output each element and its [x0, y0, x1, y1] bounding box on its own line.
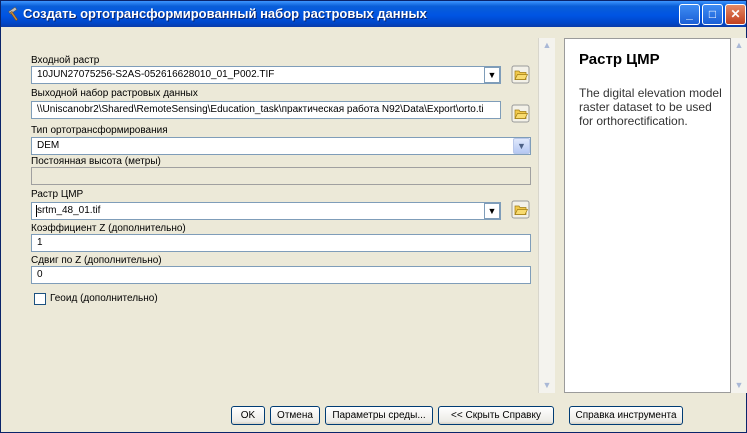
- geoid-label: Геоид (дополнительно): [50, 293, 158, 304]
- help-scrollbar[interactable]: ▲ ▼: [731, 38, 747, 393]
- minimize-button[interactable]: _: [679, 4, 700, 25]
- open-folder-icon[interactable]: [511, 200, 530, 219]
- open-folder-icon[interactable]: [511, 104, 530, 123]
- parameters-scrollbar[interactable]: ▲ ▼: [538, 38, 555, 393]
- ortho-type-select[interactable]: DEM: [31, 137, 531, 155]
- ok-button[interactable]: OK: [231, 406, 265, 425]
- constant-elevation-label: Постоянная высота (метры): [31, 156, 161, 167]
- scroll-up-icon[interactable]: ▲: [539, 38, 555, 52]
- tool-hammer-icon: [8, 6, 19, 22]
- scroll-down-icon[interactable]: ▼: [731, 378, 747, 392]
- open-folder-icon[interactable]: [511, 65, 530, 84]
- close-button[interactable]: ✕: [725, 4, 746, 25]
- output-dataset-label: Выходной набор растровых данных: [31, 88, 198, 99]
- dem-raster-field[interactable]: srtm_48_01.tif: [31, 202, 501, 220]
- input-raster-field[interactable]: 10JUN27075256-S2AS-052616628010_01_P002.…: [31, 66, 501, 84]
- help-text: The digital elevation model raster datas…: [579, 86, 722, 128]
- title-bar[interactable]: Создать ортотрансформированный набор рас…: [1, 1, 746, 27]
- chevron-down-icon[interactable]: ▼: [484, 203, 500, 219]
- dialog-window: Создать ортотрансформированный набор рас…: [0, 0, 747, 433]
- output-dataset-field[interactable]: \\Uniscanobr2\Shared\RemoteSensing\Educa…: [31, 101, 501, 119]
- geoid-checkbox[interactable]: [34, 293, 46, 305]
- constant-elevation-field[interactable]: [31, 167, 531, 185]
- input-raster-label: Входной растр: [31, 55, 100, 66]
- chevron-down-icon[interactable]: ▼: [484, 67, 500, 83]
- dem-raster-label: Растр ЦМР: [31, 189, 84, 200]
- help-panel: Растр ЦМР The digital elevation model ra…: [564, 38, 731, 393]
- z-offset-label: Сдвиг по Z (дополнительно): [31, 255, 162, 266]
- z-offset-field[interactable]: 0: [31, 266, 531, 284]
- cancel-button[interactable]: Отмена: [270, 406, 320, 425]
- environments-button[interactable]: Параметры среды...: [325, 406, 433, 425]
- scroll-down-icon[interactable]: ▼: [539, 378, 555, 392]
- window-title: Создать ортотрансформированный набор рас…: [23, 6, 427, 21]
- ortho-type-label: Тип ортотрансформирования: [31, 125, 168, 136]
- z-factor-field[interactable]: 1: [31, 234, 531, 252]
- hide-help-button[interactable]: << Скрыть Справку: [438, 406, 554, 425]
- help-title: Растр ЦМР: [579, 51, 660, 68]
- z-factor-label: Коэффициент Z (дополнительно): [31, 223, 186, 234]
- text-caret: [36, 205, 37, 217]
- maximize-button[interactable]: □: [702, 4, 723, 25]
- tool-help-button[interactable]: Справка инструмента: [569, 406, 683, 425]
- chevron-down-icon[interactable]: ▼: [513, 138, 530, 154]
- scroll-up-icon[interactable]: ▲: [731, 38, 747, 52]
